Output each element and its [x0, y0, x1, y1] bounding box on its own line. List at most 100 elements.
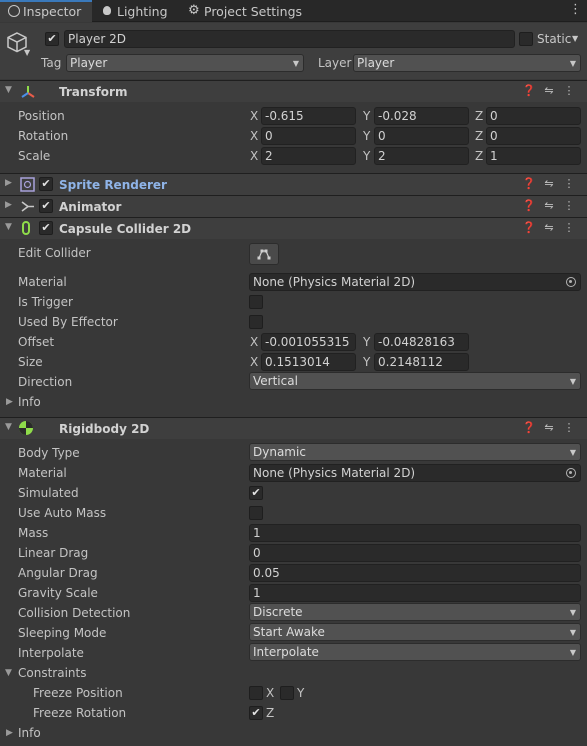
- scale-y-label[interactable]: Y: [363, 148, 370, 164]
- rotation-y-label[interactable]: Y: [363, 128, 370, 144]
- layer-dropdown[interactable]: Player ▼: [353, 54, 581, 72]
- rotation-z-field[interactable]: 0: [486, 127, 581, 145]
- tab-inspector-label: Inspector: [23, 4, 82, 19]
- capsule-collider-header[interactable]: ▼ ✔ Capsule Collider 2D ❓ ⇋ ⋮: [0, 217, 587, 239]
- fold-down-icon[interactable]: ▼: [5, 422, 12, 432]
- tag-dropdown[interactable]: Player ▼: [66, 54, 304, 72]
- linear-drag-field[interactable]: 0: [249, 544, 581, 562]
- object-picker-icon[interactable]: [566, 277, 576, 287]
- capsule-info-label[interactable]: Info: [18, 394, 41, 410]
- more-icon[interactable]: ⋮: [559, 221, 579, 234]
- freeze-position-x-checkbox[interactable]: [249, 686, 263, 700]
- size-y-value: 0.2148112: [378, 355, 443, 369]
- scale-y-field[interactable]: 2: [374, 147, 469, 165]
- static-checkbox[interactable]: [519, 32, 533, 46]
- preset-icon[interactable]: ⇋: [539, 177, 559, 190]
- sprite-renderer-header[interactable]: ▶ ✔ Sprite Renderer ❓ ⇋ ⋮: [0, 173, 587, 195]
- rotation-z-label[interactable]: Z: [475, 128, 483, 144]
- capsule-collider-enabled-checkbox[interactable]: ✔: [39, 221, 53, 235]
- icon-dropdown-arrow-icon[interactable]: ▼: [24, 48, 30, 57]
- animator-header[interactable]: ▶ ✔ Animator ❓ ⇋ ⋮: [0, 195, 587, 217]
- fold-right-icon[interactable]: ▶: [5, 178, 12, 188]
- size-x-field[interactable]: 0.1513014: [261, 353, 356, 371]
- active-checkbox[interactable]: ✔: [45, 32, 59, 46]
- fold-down-icon[interactable]: ▼: [5, 222, 12, 232]
- static-dropdown-arrow-icon[interactable]: ▼: [572, 34, 578, 43]
- rigidbody-material-field[interactable]: None (Physics Material 2D): [249, 464, 581, 482]
- preset-icon[interactable]: ⇋: [539, 199, 559, 212]
- offset-y-label[interactable]: Y: [363, 334, 370, 350]
- info-fold-icon[interactable]: ▶: [6, 728, 13, 738]
- rigidbody-info-label[interactable]: Info: [18, 725, 41, 741]
- help-icon[interactable]: ❓: [519, 421, 539, 434]
- constraints-label[interactable]: Constraints: [18, 665, 86, 681]
- more-icon[interactable]: ⋮: [559, 177, 579, 190]
- tab-project-settings[interactable]: ⚙ Project Settings: [186, 0, 306, 22]
- animator-enabled-checkbox[interactable]: ✔: [39, 199, 53, 213]
- capsule-material-label: Material: [18, 275, 67, 289]
- help-icon[interactable]: ❓: [519, 177, 539, 190]
- menu-dots-icon[interactable]: ⋮: [569, 2, 582, 17]
- freeze-position-y-checkbox[interactable]: [280, 686, 294, 700]
- rotation-z-value: 0: [490, 129, 498, 143]
- rigidbody-header[interactable]: ▼ Rigidbody 2D ❓ ⇋ ⋮: [0, 417, 587, 439]
- sleeping-mode-dropdown[interactable]: Start Awake ▼: [249, 623, 581, 641]
- position-x-label[interactable]: X: [250, 108, 258, 124]
- scale-z-field[interactable]: 1: [486, 147, 581, 165]
- help-icon[interactable]: ❓: [519, 221, 539, 234]
- tab-lighting[interactable]: Lighting: [100, 0, 180, 22]
- rotation-x-label[interactable]: X: [250, 128, 258, 144]
- position-y-field[interactable]: -0.028: [374, 107, 469, 125]
- rotation-x-field[interactable]: 0: [261, 127, 356, 145]
- freeze-position-label: Freeze Position: [33, 686, 123, 700]
- help-icon[interactable]: ❓: [519, 199, 539, 212]
- sprite-renderer-enabled-checkbox[interactable]: ✔: [39, 177, 53, 191]
- position-z-label[interactable]: Z: [475, 108, 483, 124]
- fold-down-icon[interactable]: ▼: [5, 85, 12, 95]
- collision-detection-dropdown[interactable]: Discrete ▼: [249, 603, 581, 621]
- offset-y-field[interactable]: -0.04828163: [374, 333, 469, 351]
- is-trigger-checkbox[interactable]: [249, 295, 263, 309]
- angular-drag-field[interactable]: 0.05: [249, 564, 581, 582]
- size-y-label[interactable]: Y: [363, 354, 370, 370]
- help-icon[interactable]: ❓: [519, 84, 539, 97]
- more-icon[interactable]: ⋮: [559, 421, 579, 434]
- direction-dropdown[interactable]: Vertical ▼: [249, 372, 581, 390]
- edit-collider-button[interactable]: [249, 243, 279, 265]
- capsule-material-field[interactable]: None (Physics Material 2D): [249, 273, 581, 291]
- offset-x-field[interactable]: -0.001055315: [261, 333, 356, 351]
- preset-icon[interactable]: ⇋: [539, 84, 559, 97]
- scale-x-label[interactable]: X: [250, 148, 258, 164]
- position-z-field[interactable]: 0: [486, 107, 581, 125]
- rotation-y-field[interactable]: 0: [374, 127, 469, 145]
- position-x-field[interactable]: -0.615: [261, 107, 356, 125]
- tab-inspector[interactable]: Inspector: [0, 0, 92, 22]
- body-type-dropdown[interactable]: Dynamic ▼: [249, 443, 581, 461]
- size-y-field[interactable]: 0.2148112: [374, 353, 469, 371]
- chevron-down-icon: ▼: [569, 628, 576, 637]
- more-icon[interactable]: ⋮: [559, 84, 579, 97]
- scale-z-label[interactable]: Z: [475, 148, 483, 164]
- chevron-down-icon: ▼: [292, 59, 299, 68]
- use-auto-mass-checkbox[interactable]: [249, 506, 263, 520]
- interpolate-dropdown[interactable]: Interpolate ▼: [249, 643, 581, 661]
- position-y-label[interactable]: Y: [363, 108, 370, 124]
- more-icon[interactable]: ⋮: [559, 199, 579, 212]
- simulated-checkbox[interactable]: ✔: [249, 486, 263, 500]
- static-label[interactable]: Static: [537, 31, 571, 47]
- fold-right-icon[interactable]: ▶: [5, 200, 12, 210]
- constraints-fold-icon[interactable]: ▼: [5, 668, 12, 678]
- offset-x-label[interactable]: X: [250, 334, 258, 350]
- info-fold-icon[interactable]: ▶: [6, 397, 13, 407]
- preset-icon[interactable]: ⇋: [539, 421, 559, 434]
- name-field[interactable]: Player 2D: [64, 30, 515, 48]
- mass-field[interactable]: 1: [249, 524, 581, 542]
- size-x-label[interactable]: X: [250, 354, 258, 370]
- preset-icon[interactable]: ⇋: [539, 221, 559, 234]
- object-picker-icon[interactable]: [566, 468, 576, 478]
- freeze-rotation-z-checkbox[interactable]: ✔: [249, 706, 263, 720]
- scale-x-field[interactable]: 2: [261, 147, 356, 165]
- used-by-effector-checkbox[interactable]: [249, 315, 263, 329]
- gravity-scale-field[interactable]: 1: [249, 584, 581, 602]
- transform-header[interactable]: ▼ Transform ❓ ⇋ ⋮: [0, 80, 587, 102]
